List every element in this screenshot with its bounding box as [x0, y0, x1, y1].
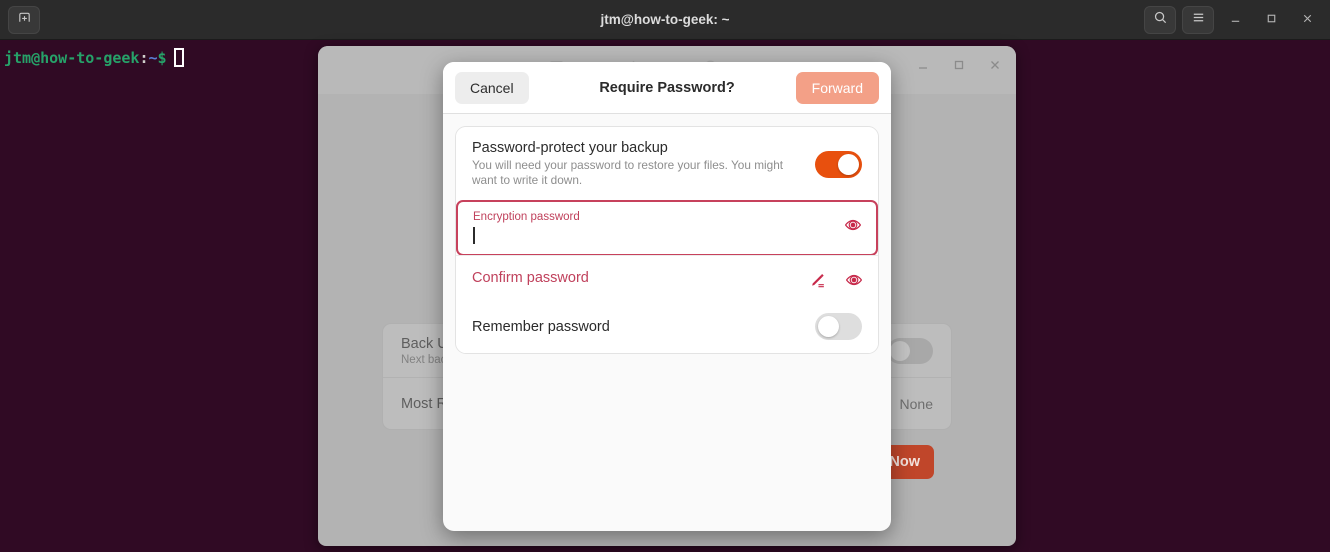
toggle-knob — [838, 153, 859, 175]
remember-password-toggle[interactable] — [815, 313, 862, 340]
minimize-icon — [1229, 12, 1242, 28]
encryption-password-value-line — [473, 225, 843, 245]
caps-lock-warning-icon[interactable] — [808, 270, 828, 290]
terminal-headerbar: jtm@how-to-geek: ~ — [0, 0, 1330, 40]
eye-reveal-icon[interactable] — [844, 270, 864, 290]
remember-password-text: Remember password — [472, 319, 815, 335]
eye-reveal-icon[interactable] — [843, 215, 863, 235]
hamburger-menu-icon — [1191, 10, 1206, 30]
confirm-password-field[interactable]: Confirm password — [472, 266, 808, 290]
maximize-icon[interactable] — [952, 58, 966, 75]
prompt-sigil: $ — [157, 49, 167, 67]
password-protect-text: Password-protect your backup You will ne… — [472, 140, 815, 188]
maximize-icon — [1265, 12, 1278, 28]
most-recent-backup-value: None — [899, 396, 933, 412]
dialog-headerbar: Cancel Require Password? Forward — [443, 62, 891, 114]
prompt-user-host: jtm@how-to-geek — [4, 49, 140, 67]
confirm-password-label: Confirm password — [472, 270, 589, 286]
encryption-password-label: Encryption password — [473, 211, 580, 223]
minimize-icon[interactable] — [916, 58, 930, 75]
terminal-menu-button[interactable] — [1182, 5, 1214, 34]
most-recent-backup-title: Most R — [401, 396, 447, 412]
terminal-close-button[interactable] — [1292, 5, 1322, 35]
search-icon — [1153, 10, 1168, 30]
new-tab-button[interactable] — [8, 5, 40, 34]
encryption-password-row[interactable]: Encryption password — [456, 200, 878, 256]
require-password-dialog: Cancel Require Password? Forward Passwor… — [443, 62, 891, 531]
terminal-header-actions — [1144, 5, 1322, 35]
backup-automatically-toggle[interactable] — [887, 337, 933, 364]
password-protect-title: Password-protect your backup — [472, 140, 668, 156]
password-protect-subtitle: You will need your password to restore y… — [472, 158, 784, 187]
remember-password-title: Remember password — [472, 318, 610, 335]
dialog-body: Password-protect your backup You will ne… — [443, 114, 891, 354]
terminal-cursor — [173, 48, 184, 67]
prompt-colon: : — [139, 49, 149, 67]
new-tab-icon — [17, 10, 32, 30]
encryption-password-field[interactable]: Encryption password — [473, 211, 843, 245]
password-protect-toggle[interactable] — [815, 150, 862, 178]
encryption-password-icons — [843, 211, 863, 235]
password-protect-row[interactable]: Password-protect your backup You will ne… — [456, 127, 878, 201]
toggle-knob — [818, 316, 839, 337]
terminal-title: jtm@how-to-geek: ~ — [600, 12, 730, 27]
backup-app-window-controls — [916, 58, 1002, 75]
cancel-button[interactable]: Cancel — [455, 71, 529, 104]
text-caret — [473, 226, 475, 244]
forward-button[interactable]: Forward — [795, 71, 879, 104]
password-preferences-card: Password-protect your backup You will ne… — [455, 126, 879, 354]
confirm-password-icons — [808, 266, 864, 290]
remember-password-row[interactable]: Remember password — [456, 300, 878, 353]
terminal-search-button[interactable] — [1144, 5, 1176, 34]
confirm-password-row[interactable]: Confirm password — [456, 255, 878, 300]
terminal-minimize-button[interactable] — [1220, 5, 1250, 35]
close-icon[interactable] — [988, 58, 1002, 75]
close-icon — [1301, 12, 1314, 28]
prompt-path: ~ — [148, 49, 158, 67]
terminal-maximize-button[interactable] — [1256, 5, 1286, 35]
